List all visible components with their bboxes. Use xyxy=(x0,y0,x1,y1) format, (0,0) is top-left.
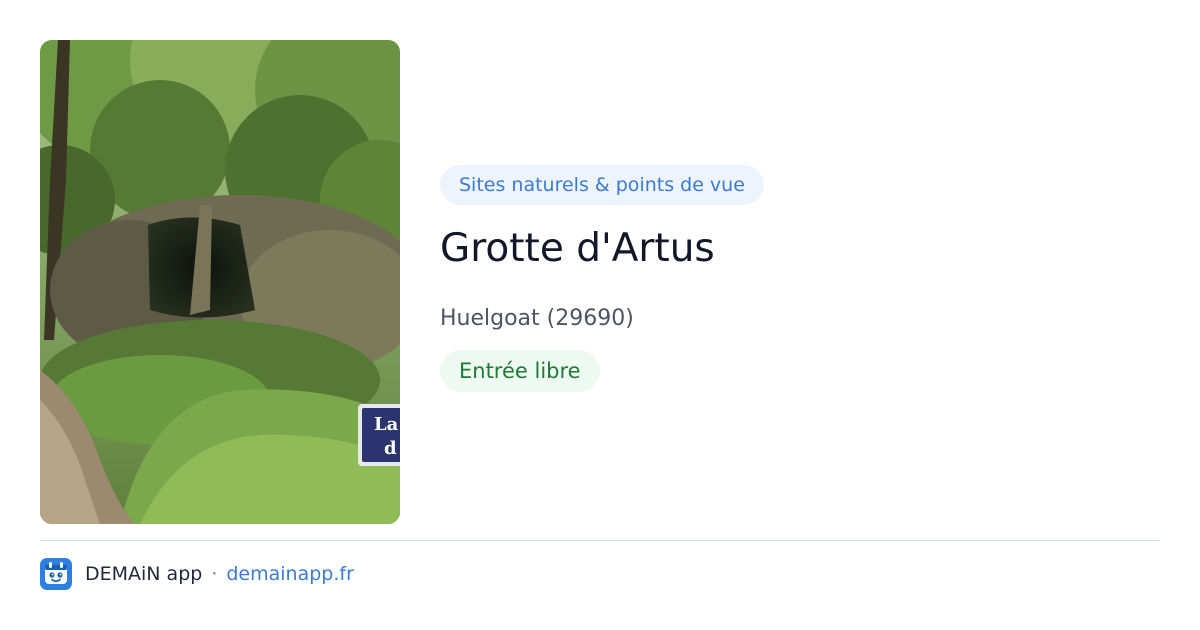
footer: DEMAiN app · demainapp.fr xyxy=(40,558,354,590)
svg-text:La: La xyxy=(374,414,399,435)
place-card: La d Sites naturels & points de vue Grot… xyxy=(0,0,1200,630)
footer-separator: · xyxy=(211,563,218,585)
app-url-link[interactable]: demainapp.fr xyxy=(226,563,354,585)
access-badge: Entrée libre xyxy=(440,350,600,392)
place-location: Huelgoat (29690) xyxy=(440,306,634,331)
app-name: DEMAiN app xyxy=(85,563,203,585)
place-photo: La d xyxy=(40,40,400,524)
category-badge: Sites naturels & points de vue xyxy=(440,165,764,205)
svg-text:d: d xyxy=(384,438,397,459)
place-info: Sites naturels & points de vue Grotte d'… xyxy=(440,165,1160,392)
footer-divider xyxy=(40,540,1160,541)
place-title: Grotte d'Artus xyxy=(440,226,715,271)
demain-app-icon xyxy=(40,558,72,590)
